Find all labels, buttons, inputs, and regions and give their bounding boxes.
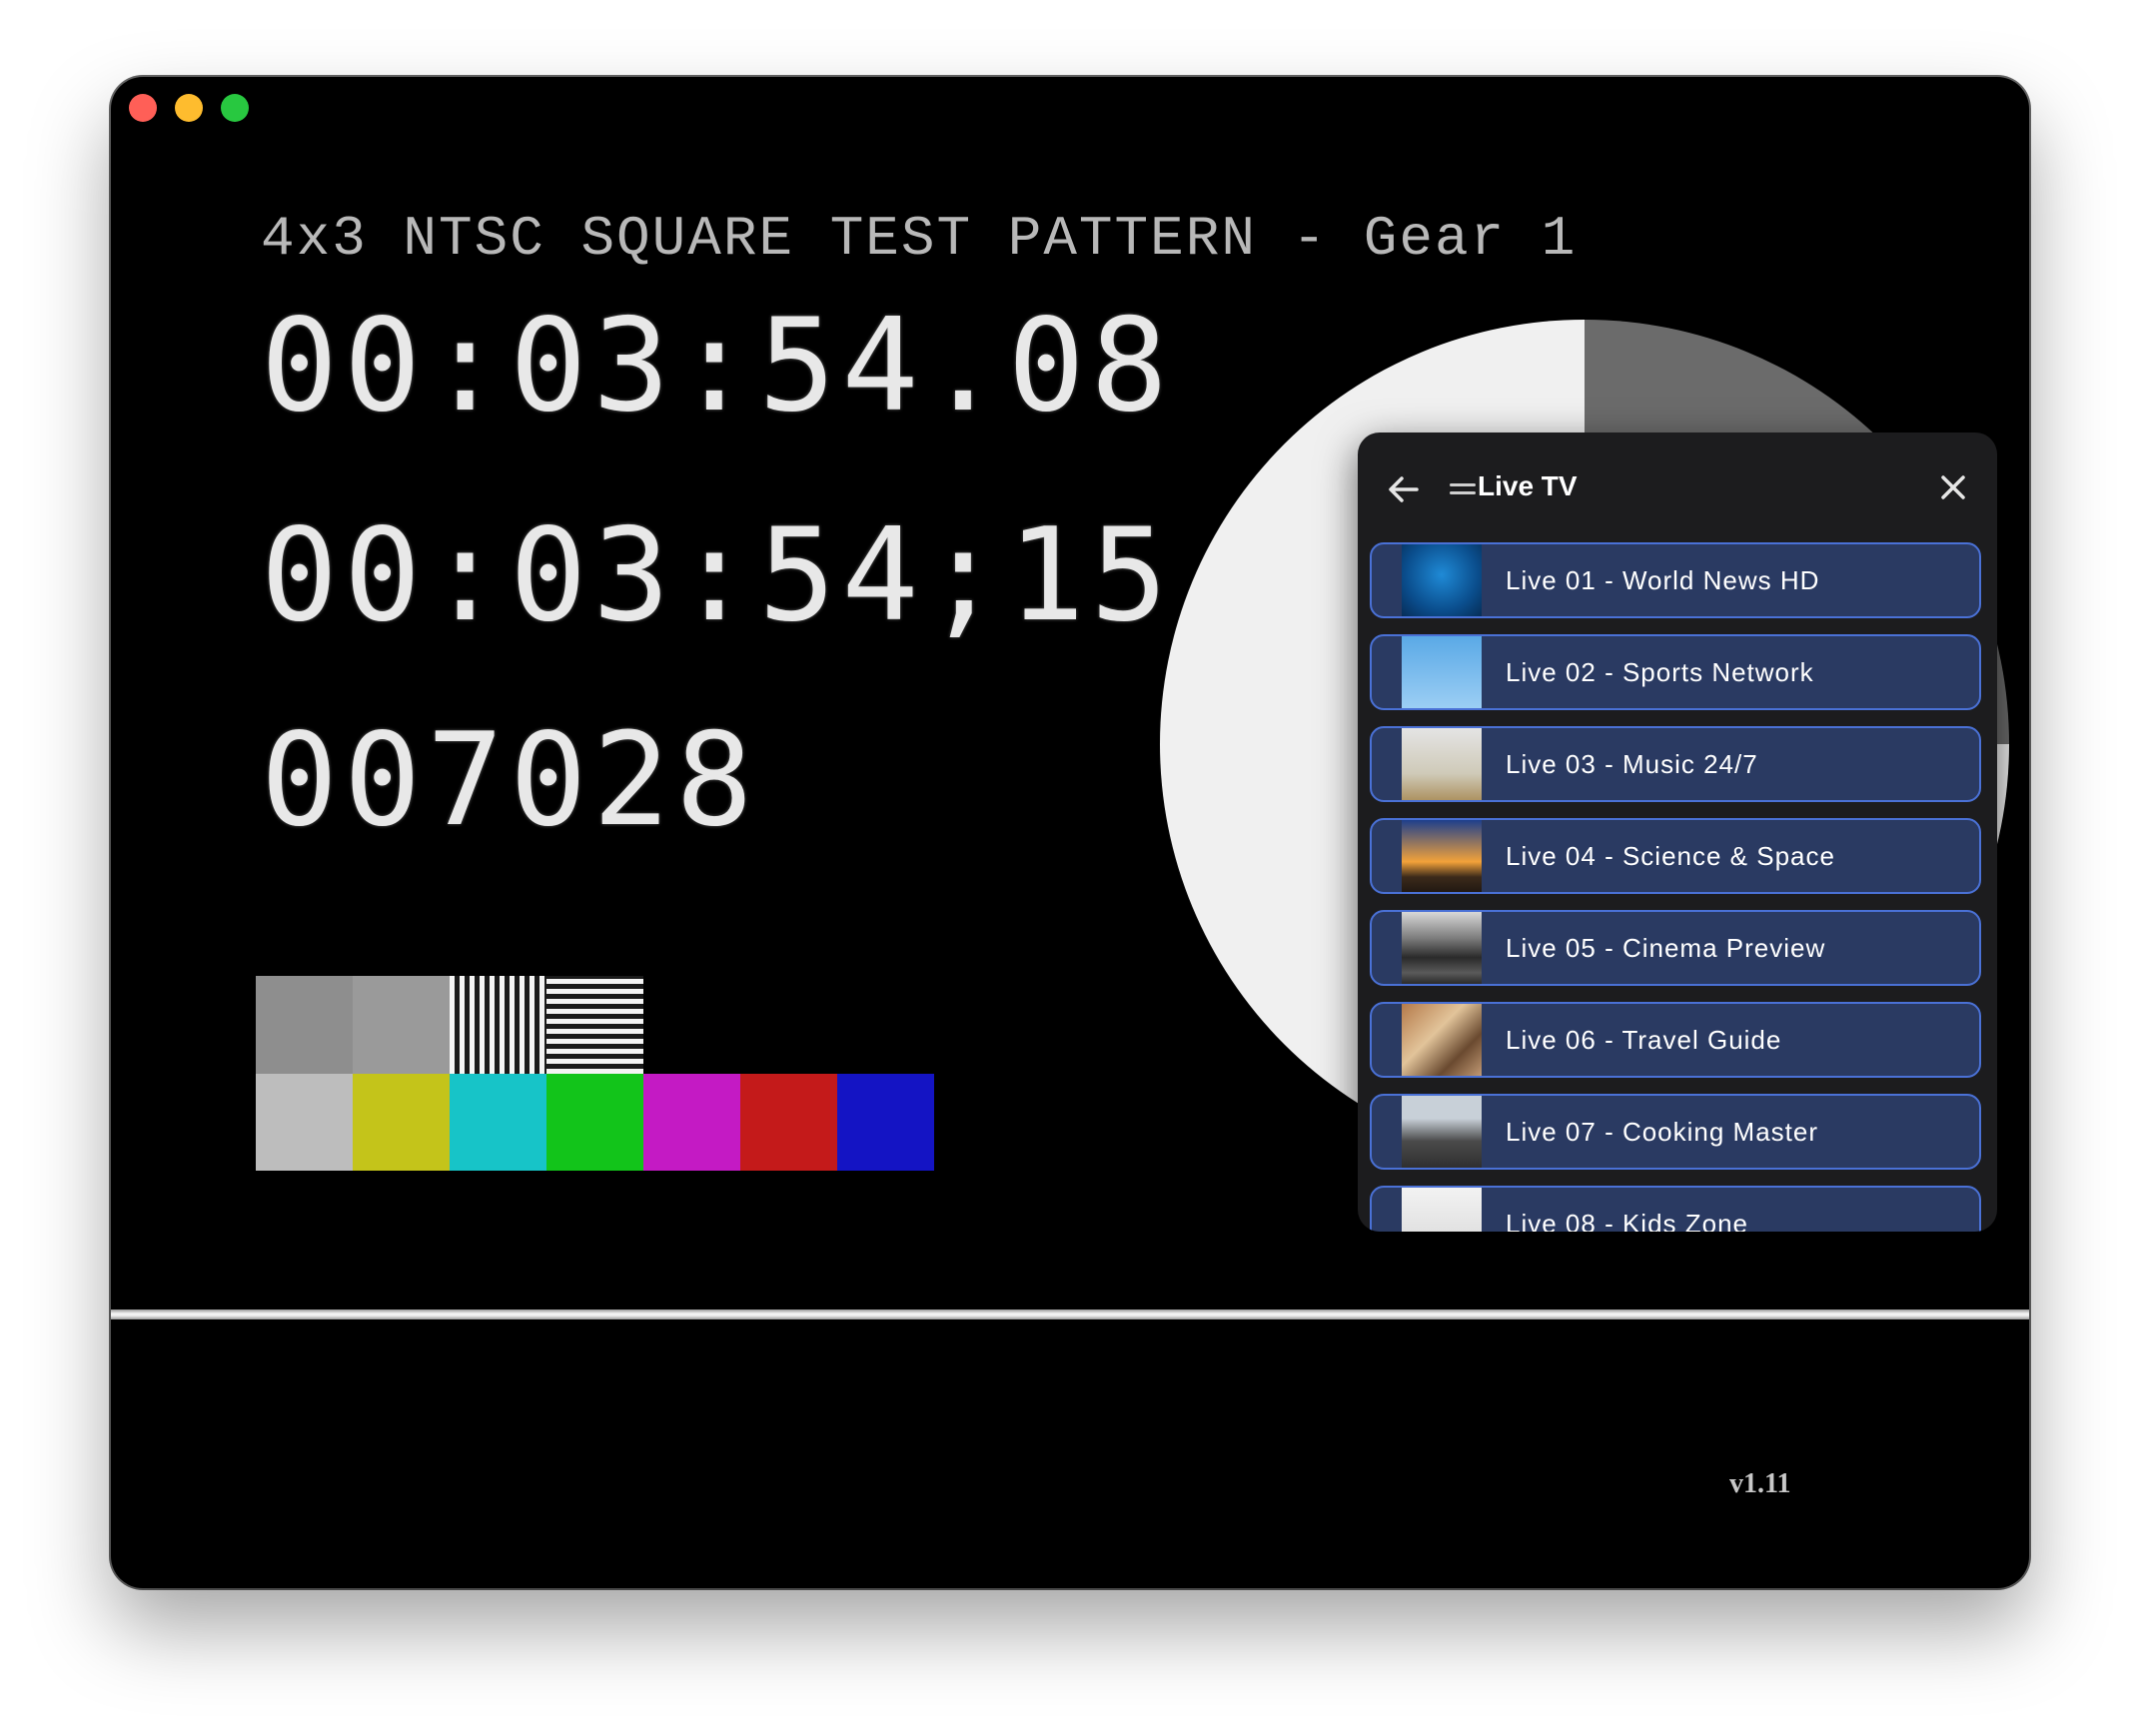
color-bar bbox=[546, 1074, 643, 1171]
channel-item[interactable]: Live 08 - Kids Zone bbox=[1370, 1186, 1981, 1232]
color-bar bbox=[353, 1074, 450, 1171]
color-bars bbox=[256, 976, 934, 1171]
channel-list[interactable]: Live 01 - World News HD Live 02 - Sports … bbox=[1358, 542, 1997, 1232]
color-bar bbox=[256, 1074, 353, 1171]
test-pattern-title: 4x3 NTSC SQUARE TEST PATTERN - Gear 1 bbox=[261, 207, 1578, 271]
channel-item[interactable]: Live 02 - Sports Network bbox=[1370, 634, 1981, 710]
vertical-lines-bar bbox=[450, 976, 546, 1074]
channel-thumbnail bbox=[1402, 912, 1482, 984]
version-label: v1.11 bbox=[1729, 1468, 1791, 1499]
channel-thumbnail bbox=[1402, 728, 1482, 800]
color-bars-bottom bbox=[256, 1074, 934, 1171]
channel-label: Live 05 - Cinema Preview bbox=[1506, 933, 1826, 963]
channel-label: Live 02 - Sports Network bbox=[1506, 657, 1814, 687]
channel-thumbnail bbox=[1402, 1188, 1482, 1232]
color-bar bbox=[837, 1074, 934, 1171]
channel-label: Live 07 - Cooking Master bbox=[1506, 1117, 1819, 1147]
live-tv-panel: Live TV Live 01 - World News HD Live 02 -… bbox=[1358, 433, 1997, 1232]
timecode-decimal: 00:03:54.08 bbox=[261, 292, 1174, 440]
app-window: 4x3 NTSC SQUARE TEST PATTERN - Gear 1 00… bbox=[111, 77, 2029, 1588]
channel-item[interactable]: Live 07 - Cooking Master bbox=[1370, 1094, 1981, 1170]
channel-label: Live 04 - Science & Space bbox=[1506, 841, 1835, 871]
window-maximize-button[interactable] bbox=[221, 94, 249, 122]
color-bar bbox=[450, 1074, 546, 1171]
panel-header[interactable]: Live TV bbox=[1358, 433, 1997, 542]
channel-label: Live 01 - World News HD bbox=[1506, 565, 1820, 595]
horizontal-lines-bar bbox=[546, 976, 643, 1074]
arrow-left-icon[interactable] bbox=[1384, 469, 1424, 509]
channel-item[interactable]: Live 05 - Cinema Preview bbox=[1370, 910, 1981, 986]
window-close-button[interactable] bbox=[129, 94, 157, 122]
channel-item[interactable]: Live 01 - World News HD bbox=[1370, 542, 1981, 618]
channel-item[interactable]: Live 03 - Music 24/7 bbox=[1370, 726, 1981, 802]
color-bar bbox=[740, 1074, 837, 1171]
timecode-frames: 00:03:54;15 bbox=[261, 501, 1174, 650]
drag-handle-icon[interactable] bbox=[1450, 481, 1476, 497]
channel-thumbnail bbox=[1402, 1004, 1482, 1076]
close-icon[interactable] bbox=[1937, 471, 1969, 503]
channel-label: Live 03 - Music 24/7 bbox=[1506, 749, 1758, 779]
channel-item[interactable]: Live 06 - Travel Guide bbox=[1370, 1002, 1981, 1078]
panel-title: Live TV bbox=[1478, 470, 1578, 501]
channel-label: Live 06 - Travel Guide bbox=[1506, 1025, 1782, 1055]
channel-thumbnail bbox=[1402, 1096, 1482, 1168]
gray-bar bbox=[256, 976, 353, 1074]
frame-counter: 007028 bbox=[261, 706, 759, 855]
channel-item[interactable]: Live 04 - Science & Space bbox=[1370, 818, 1981, 894]
channel-thumbnail bbox=[1402, 544, 1482, 616]
horizontal-divider bbox=[111, 1309, 2029, 1319]
window-minimize-button[interactable] bbox=[175, 94, 203, 122]
color-bar bbox=[643, 1074, 740, 1171]
gray-bar bbox=[353, 976, 450, 1074]
channel-label: Live 08 - Kids Zone bbox=[1506, 1209, 1749, 1232]
channel-thumbnail bbox=[1402, 636, 1482, 708]
channel-thumbnail bbox=[1402, 820, 1482, 892]
color-bars-top bbox=[256, 976, 934, 1074]
